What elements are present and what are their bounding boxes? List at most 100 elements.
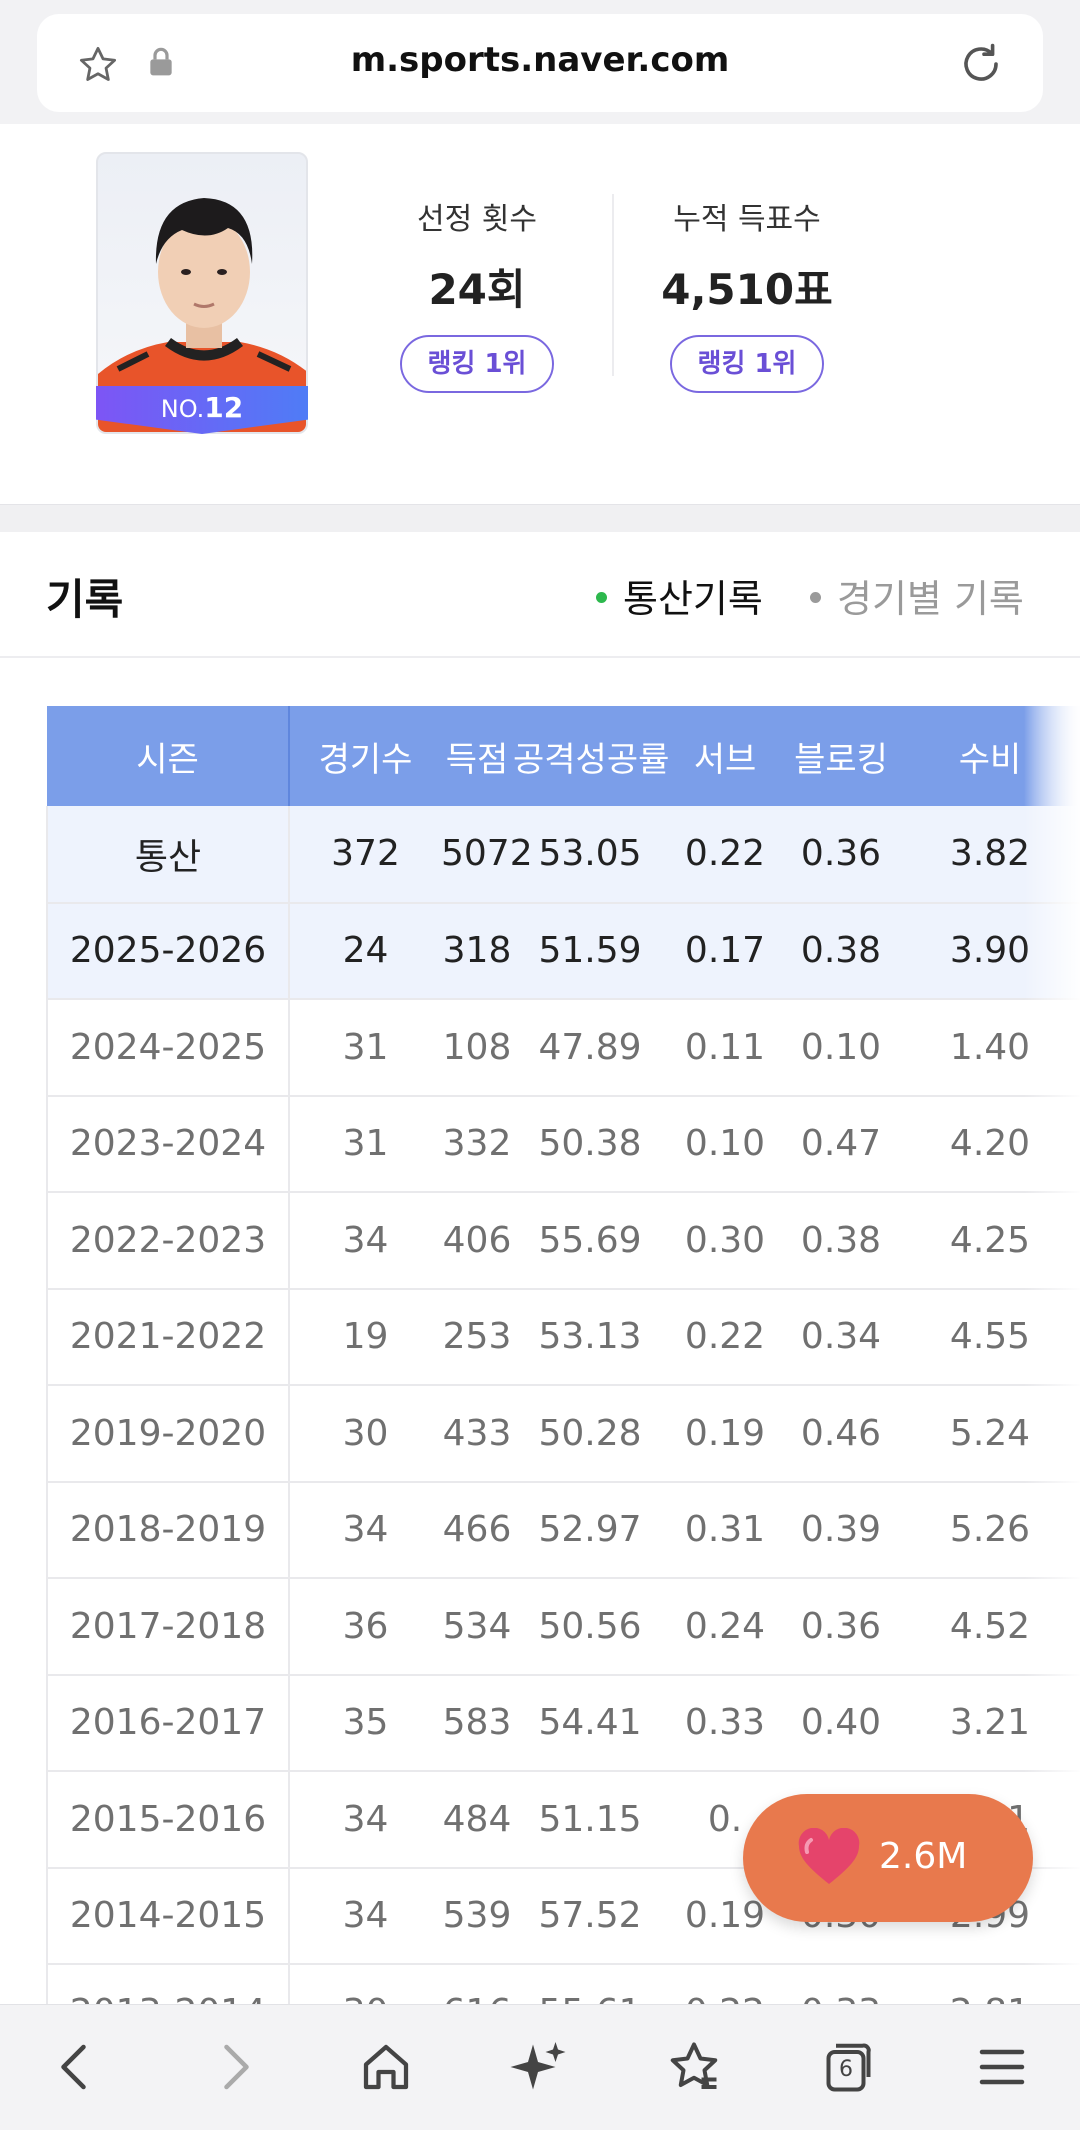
stat-cell: 51.15: [513, 1771, 667, 1869]
home-icon[interactable]: [356, 2037, 416, 2097]
stat-cell: 55.61: [513, 1964, 667, 2006]
stat-cell: 0.30: [667, 1192, 783, 1290]
table-header-row: 시즌 경기수 득점 공격성공률 서브 블로킹 수비: [47, 706, 1080, 806]
selection-rank-button[interactable]: 랭킹 1위: [400, 335, 554, 393]
stat-cell: 1.40: [899, 999, 1080, 1097]
season-cell: 2016-2017: [46, 1674, 290, 1772]
stat-cell: 24: [289, 902, 441, 1000]
stat-cell: 0.34: [783, 1288, 899, 1386]
url-text[interactable]: m.sports.naver.com: [37, 40, 1043, 80]
season-cell: 2017-2018: [46, 1578, 290, 1676]
stat-cell: 539: [441, 1867, 513, 1965]
stat-cell: 31: [289, 1095, 441, 1193]
stat-cell: 3.21: [899, 1674, 1080, 1772]
stat-cell: 108: [441, 999, 513, 1097]
season-cell: 2024-2025: [46, 999, 290, 1097]
table-row: 2021-2022 19 253 53.13 0.22 0.34 4.55: [46, 1288, 1080, 1386]
stat-cell: 3.90: [899, 902, 1080, 1000]
stat-cell: 51.59: [513, 902, 667, 1000]
sparkle-icon[interactable]: [508, 2037, 568, 2097]
stat-cell: 253: [441, 1288, 513, 1386]
stat-cell: 466: [441, 1481, 513, 1579]
stat-cell: 50.38: [513, 1095, 667, 1193]
table-row: 2018-2019 34 466 52.97 0.31 0.39 5.26: [46, 1481, 1080, 1579]
column-header: 경기수: [289, 706, 441, 806]
stat-cell: 0.38: [783, 902, 899, 1000]
table-row: 2024-2025 31 108 47.89 0.11 0.10 1.40: [46, 999, 1080, 1097]
stat-cell: 34: [289, 1771, 441, 1869]
stat-cell: 5.24: [899, 1385, 1080, 1483]
stat-cell: 0.40: [783, 1674, 899, 1772]
column-header: 공격성공률: [513, 706, 669, 806]
stat-cell: 0.10: [667, 1095, 783, 1193]
stat-cell: 0.36: [783, 806, 899, 904]
stat-cell: 534: [441, 1578, 513, 1676]
active-dot-icon: [596, 592, 607, 603]
stat-cell: 53.13: [513, 1288, 667, 1386]
stat-cell: 0.11: [667, 999, 783, 1097]
records-title: 기록: [46, 575, 124, 624]
stat-cell: 0.31: [667, 1481, 783, 1579]
stat-cell: 0.33: [667, 1674, 783, 1772]
reload-icon[interactable]: [957, 40, 1005, 88]
stat-cell: 0.10: [783, 999, 899, 1097]
inactive-dot-icon: [810, 592, 821, 603]
stat-cell: 0.17: [667, 902, 783, 1000]
stat-cell: 0.46: [783, 1385, 899, 1483]
stat-cell: 50.56: [513, 1578, 667, 1676]
address-bar[interactable]: m.sports.naver.com: [37, 14, 1043, 112]
selection-count-value: 24회: [428, 265, 526, 314]
like-button[interactable]: 2.6M: [743, 1794, 1033, 1922]
tab-total-label: 통산기록: [623, 577, 763, 621]
player-profile: NO.12 선정 횟수 24회 랭킹 1위 누적 득표수 4,510표 랭킹 1…: [0, 124, 1080, 504]
stat-cell: 4.20: [899, 1095, 1080, 1193]
stat-cell: 52.97: [513, 1481, 667, 1579]
tabs-button[interactable]: 6: [816, 2037, 876, 2097]
stat-cell: 30: [289, 1385, 441, 1483]
header-scroll-fade: [1024, 706, 1080, 806]
stat-cell: 55.69: [513, 1192, 667, 1290]
table-row: 통산 372 5072 53.05 0.22 0.36 3.82: [46, 806, 1080, 904]
table-row: 2016-2017 35 583 54.41 0.33 0.40 3.21: [46, 1674, 1080, 1772]
tab-game-records[interactable]: 경기별 기록: [810, 568, 1024, 623]
stat-cell: 484: [441, 1771, 513, 1869]
forward-icon[interactable]: [204, 2037, 264, 2097]
section-divider: [0, 504, 1080, 532]
stat-cell: 2.81: [899, 1964, 1080, 2006]
table-row: 2025-2026 24 318 51.59 0.17 0.38 3.90: [46, 902, 1080, 1000]
stat-cell: 406: [441, 1192, 513, 1290]
season-cell: 2015-2016: [46, 1771, 290, 1869]
stat-cell: 19: [289, 1288, 441, 1386]
stat-cell: 372: [289, 806, 441, 904]
stat-cell: 0.22: [667, 806, 783, 904]
table-row: 2022-2023 34 406 55.69 0.30 0.38 4.25: [46, 1192, 1080, 1290]
back-icon[interactable]: [46, 2037, 106, 2097]
stat-cell: 332: [441, 1095, 513, 1193]
stat-cell: 0.19: [667, 1385, 783, 1483]
stat-cell: 4.52: [899, 1578, 1080, 1676]
column-header: 서브: [667, 706, 783, 806]
stat-cell: 31: [289, 999, 441, 1097]
stat-cell: 36: [289, 1578, 441, 1676]
season-cell: 2019-2020: [46, 1385, 290, 1483]
stat-divider: [612, 194, 614, 376]
bookmarks-icon[interactable]: [664, 2037, 724, 2097]
stat-cell: 0.33: [783, 1964, 899, 2006]
player-card[interactable]: NO.12: [96, 152, 308, 434]
column-header: 시즌: [47, 706, 290, 806]
column-header: 득점: [441, 706, 513, 806]
stat-cell: 0.24: [667, 1578, 783, 1676]
stat-cell: 0.39: [783, 1481, 899, 1579]
tab-total-records[interactable]: 통산기록: [596, 568, 763, 623]
stat-cell: 57.52: [513, 1867, 667, 1965]
menu-icon[interactable]: [972, 2037, 1032, 2097]
stat-cell: 34: [289, 1867, 441, 1965]
like-count: 2.6M: [879, 1836, 968, 1877]
jersey-prefix: NO.: [160, 395, 205, 423]
votes-value: 4,510표: [661, 265, 833, 314]
stat-cell: 34: [289, 1481, 441, 1579]
votes-rank-button[interactable]: 랭킹 1위: [670, 335, 824, 393]
season-cell: 2018-2019: [46, 1481, 290, 1579]
stat-cell: 616: [441, 1964, 513, 2006]
stat-cell: 34: [289, 1192, 441, 1290]
